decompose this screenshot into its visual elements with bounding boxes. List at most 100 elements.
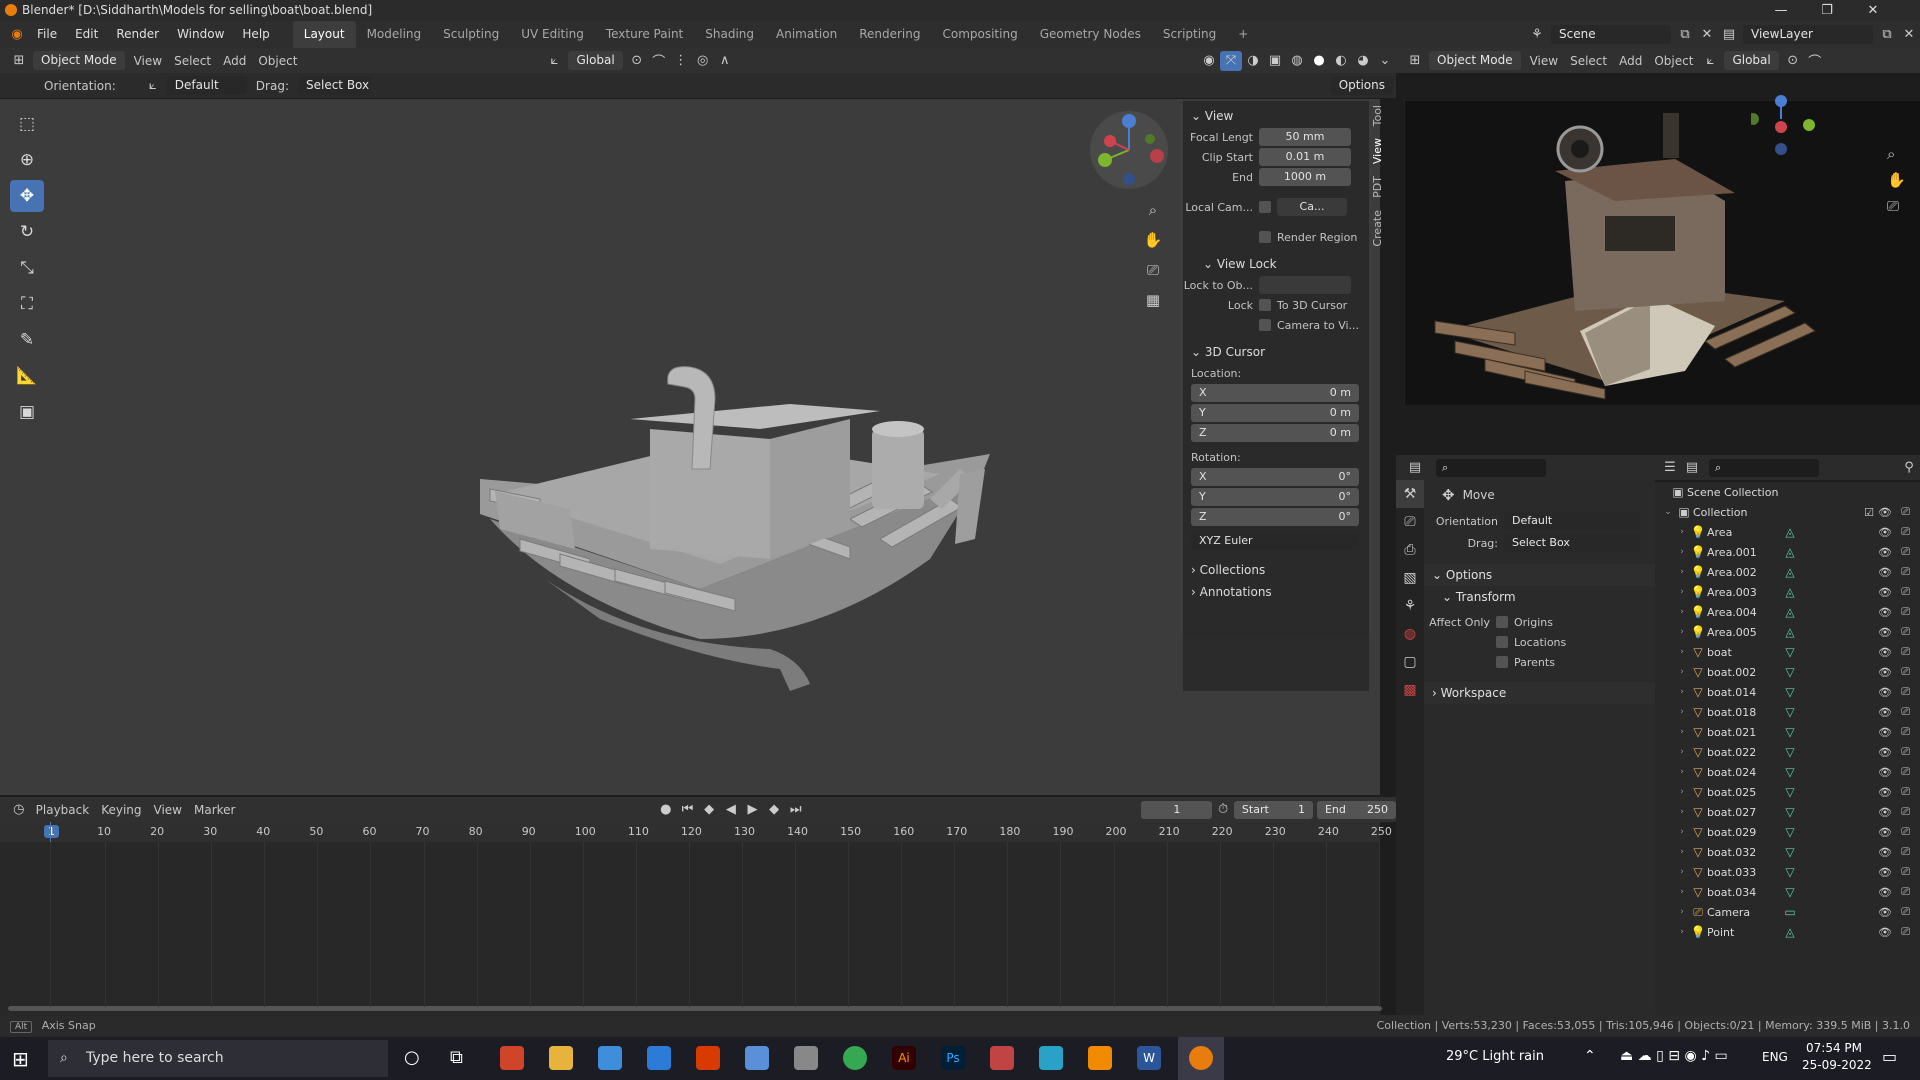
- local-camera-checkbox[interactable]: [1259, 201, 1271, 213]
- mesh-data-icon[interactable]: ▽: [1779, 825, 1801, 839]
- eye-icon[interactable]: 👁: [1878, 566, 1892, 579]
- expand-icon[interactable]: ›: [1675, 527, 1689, 537]
- transform-orientation-dropdown[interactable]: Global: [568, 51, 623, 70]
- proportional-edit-icon[interactable]: ◎: [692, 51, 714, 71]
- render-camera-icon[interactable]: ⎚: [1901, 725, 1910, 739]
- tray-icons[interactable]: ⏏ ☁ ▯ ⊟ ◉ ♪ ▭: [1620, 1048, 1728, 1064]
- mesh-data-icon[interactable]: ▽: [1779, 865, 1801, 879]
- outliner-item[interactable]: › ▽ boat.002 ▽ 👁 ⎚: [1655, 662, 1920, 682]
- render-region-checkbox[interactable]: [1259, 231, 1271, 243]
- tool-properties-tab-icon[interactable]: ⚒: [1396, 480, 1424, 508]
- wireframe-shading-icon[interactable]: ◍: [1286, 51, 1308, 71]
- properties-editor-icon[interactable]: ▤: [1404, 458, 1426, 478]
- shading-options-icon[interactable]: ⌄: [1374, 51, 1396, 71]
- timeline-scrollbar[interactable]: [8, 1006, 1382, 1011]
- camera-to-view-checkbox[interactable]: [1259, 319, 1271, 331]
- rendered-viewport[interactable]: ⌕ ✋ ⎚: [1404, 95, 1920, 405]
- 3d-cursor-section-header[interactable]: ⌄ 3D Cursor: [1183, 341, 1369, 363]
- eye-icon[interactable]: 👁: [1878, 626, 1892, 639]
- cursor-y-field[interactable]: Y0 m: [1191, 404, 1359, 422]
- task-view-icon[interactable]: ⧉: [450, 1047, 463, 1068]
- light-data-icon[interactable]: ◬: [1779, 565, 1801, 579]
- navigation-gizmo[interactable]: [1090, 111, 1168, 189]
- eye-icon[interactable]: 👁: [1878, 546, 1892, 559]
- cursor-ry-field[interactable]: Y 0°: [1191, 488, 1359, 506]
- light-data-icon[interactable]: ◬: [1779, 585, 1801, 599]
- expand-icon[interactable]: ›: [1675, 687, 1689, 697]
- outliner-item[interactable]: › ▽ boat.033 ▽ 👁 ⎚: [1655, 862, 1920, 882]
- expand-icon[interactable]: ›: [1675, 587, 1689, 597]
- mesh-data-icon[interactable]: ▽: [1779, 685, 1801, 699]
- mesh-data-icon[interactable]: ▽: [1779, 645, 1801, 659]
- outliner-item[interactable]: › ▽ boat.022 ▽ 👁 ⎚: [1655, 742, 1920, 762]
- view-layer-tab-icon[interactable]: ▧: [1396, 564, 1424, 592]
- outliner-editor-icon[interactable]: ☰: [1659, 458, 1681, 478]
- scale-tool-icon[interactable]: ⤡: [10, 252, 44, 284]
- menu-keying[interactable]: Keying: [95, 803, 147, 817]
- outliner-search-input[interactable]: ⌕: [1709, 458, 1819, 477]
- perspective-grid-icon[interactable]: ▦: [1142, 285, 1164, 315]
- blender-taskbar-button[interactable]: [1178, 1037, 1224, 1080]
- tab-layout[interactable]: Layout: [292, 21, 356, 48]
- render-camera-icon[interactable]: ⎚: [1901, 545, 1910, 559]
- camera-data-icon[interactable]: ▭: [1779, 905, 1801, 919]
- mesh-data-icon[interactable]: ▽: [1779, 845, 1801, 859]
- render-camera-icon[interactable]: ⎚: [1901, 625, 1910, 639]
- outliner-item[interactable]: › ▽ boat.021 ▽ 👁 ⎚: [1655, 722, 1920, 742]
- annotate-tool-icon[interactable]: ✎: [10, 324, 44, 356]
- view-layer-selector[interactable]: ViewLayer: [1743, 25, 1873, 44]
- expand-icon[interactable]: ›: [1675, 827, 1689, 837]
- tab-create[interactable]: Create: [1371, 210, 1384, 247]
- store-icon[interactable]: [647, 1046, 671, 1070]
- world-tab-icon[interactable]: ◍: [1396, 620, 1424, 648]
- clock-time[interactable]: 07:54 PM: [1806, 1041, 1862, 1055]
- locations-checkbox[interactable]: [1496, 636, 1508, 648]
- tab-tool[interactable]: Tool: [1371, 105, 1384, 126]
- render-camera-icon[interactable]: ⎚: [1901, 745, 1910, 759]
- outliner-item[interactable]: › 💡 Area.001 ◬ 👁 ⎚: [1655, 542, 1920, 562]
- snap-target-icon[interactable]: ⋮: [670, 51, 692, 71]
- tab-geometry-nodes[interactable]: Geometry Nodes: [1029, 21, 1152, 48]
- overlay-toggle-icon[interactable]: ◑: [1242, 51, 1264, 71]
- render-camera-icon[interactable]: ⎚: [1901, 565, 1910, 579]
- lock-to-cursor-checkbox[interactable]: [1259, 299, 1271, 311]
- expand-icon[interactable]: ›: [1675, 727, 1689, 737]
- expand-icon[interactable]: ›: [1675, 927, 1689, 937]
- outliner-item[interactable]: › ⎚ Camera ▭ 👁 ⎚: [1655, 902, 1920, 922]
- outliner-item[interactable]: › 💡 Area.002 ◬ 👁 ⎚: [1655, 562, 1920, 582]
- menu-view[interactable]: View: [128, 54, 168, 68]
- origins-checkbox[interactable]: [1496, 616, 1508, 628]
- eye-icon[interactable]: 👁: [1878, 666, 1892, 679]
- mesh-data-icon[interactable]: ▽: [1779, 785, 1801, 799]
- light-data-icon[interactable]: ◬: [1779, 545, 1801, 559]
- rotation-mode-dropdown[interactable]: XYZ Euler: [1191, 532, 1359, 550]
- outliner-item[interactable]: › ▽ boat ▽ 👁 ⎚: [1655, 642, 1920, 662]
- cursor-x-field[interactable]: X0 m: [1191, 384, 1359, 402]
- options-dropdown[interactable]: Options: [1330, 76, 1393, 95]
- end-frame-field[interactable]: End 250: [1316, 800, 1396, 819]
- eye-icon[interactable]: 👁: [1878, 726, 1892, 739]
- outliner-item[interactable]: › ▽ boat.018 ▽ 👁 ⎚: [1655, 702, 1920, 722]
- options-section-header[interactable]: ⌄ Options: [1424, 564, 1655, 586]
- tab-shading[interactable]: Shading: [694, 21, 765, 48]
- tray-overflow-icon[interactable]: ⌃: [1584, 1048, 1596, 1064]
- menu-timeline-view[interactable]: View: [148, 803, 188, 817]
- taskbar-search-box[interactable]: ⌕ Type here to search: [48, 1040, 388, 1077]
- render-camera-icon[interactable]: ⎚: [1901, 605, 1910, 619]
- mesh-data-icon[interactable]: ▽: [1779, 665, 1801, 679]
- solid-shading-icon[interactable]: ●: [1308, 51, 1330, 71]
- mesh-data-icon[interactable]: ▽: [1779, 705, 1801, 719]
- expand-icon[interactable]: ›: [1675, 747, 1689, 757]
- render-camera-icon[interactable]: ⎚: [1901, 685, 1910, 699]
- xray-icon[interactable]: ▣: [1264, 51, 1286, 71]
- zoom-icon[interactable]: ⌕: [1142, 195, 1164, 225]
- tab-uv-editing[interactable]: UV Editing: [510, 21, 595, 48]
- annotations-section-header[interactable]: › Annotations: [1183, 581, 1369, 603]
- render-navigation-gizmo[interactable]: [1747, 89, 1821, 159]
- render-mode-dropdown[interactable]: Object Mode: [1429, 51, 1521, 70]
- record-icon[interactable]: ●: [655, 800, 677, 820]
- render-camera-icon[interactable]: ⎚: [1901, 865, 1910, 879]
- eye-icon[interactable]: 👁: [1878, 686, 1892, 699]
- language-indicator[interactable]: ENG: [1762, 1050, 1788, 1064]
- 3d-viewport[interactable]: ⌕ ✋ ⎚ ▦: [0, 99, 1380, 795]
